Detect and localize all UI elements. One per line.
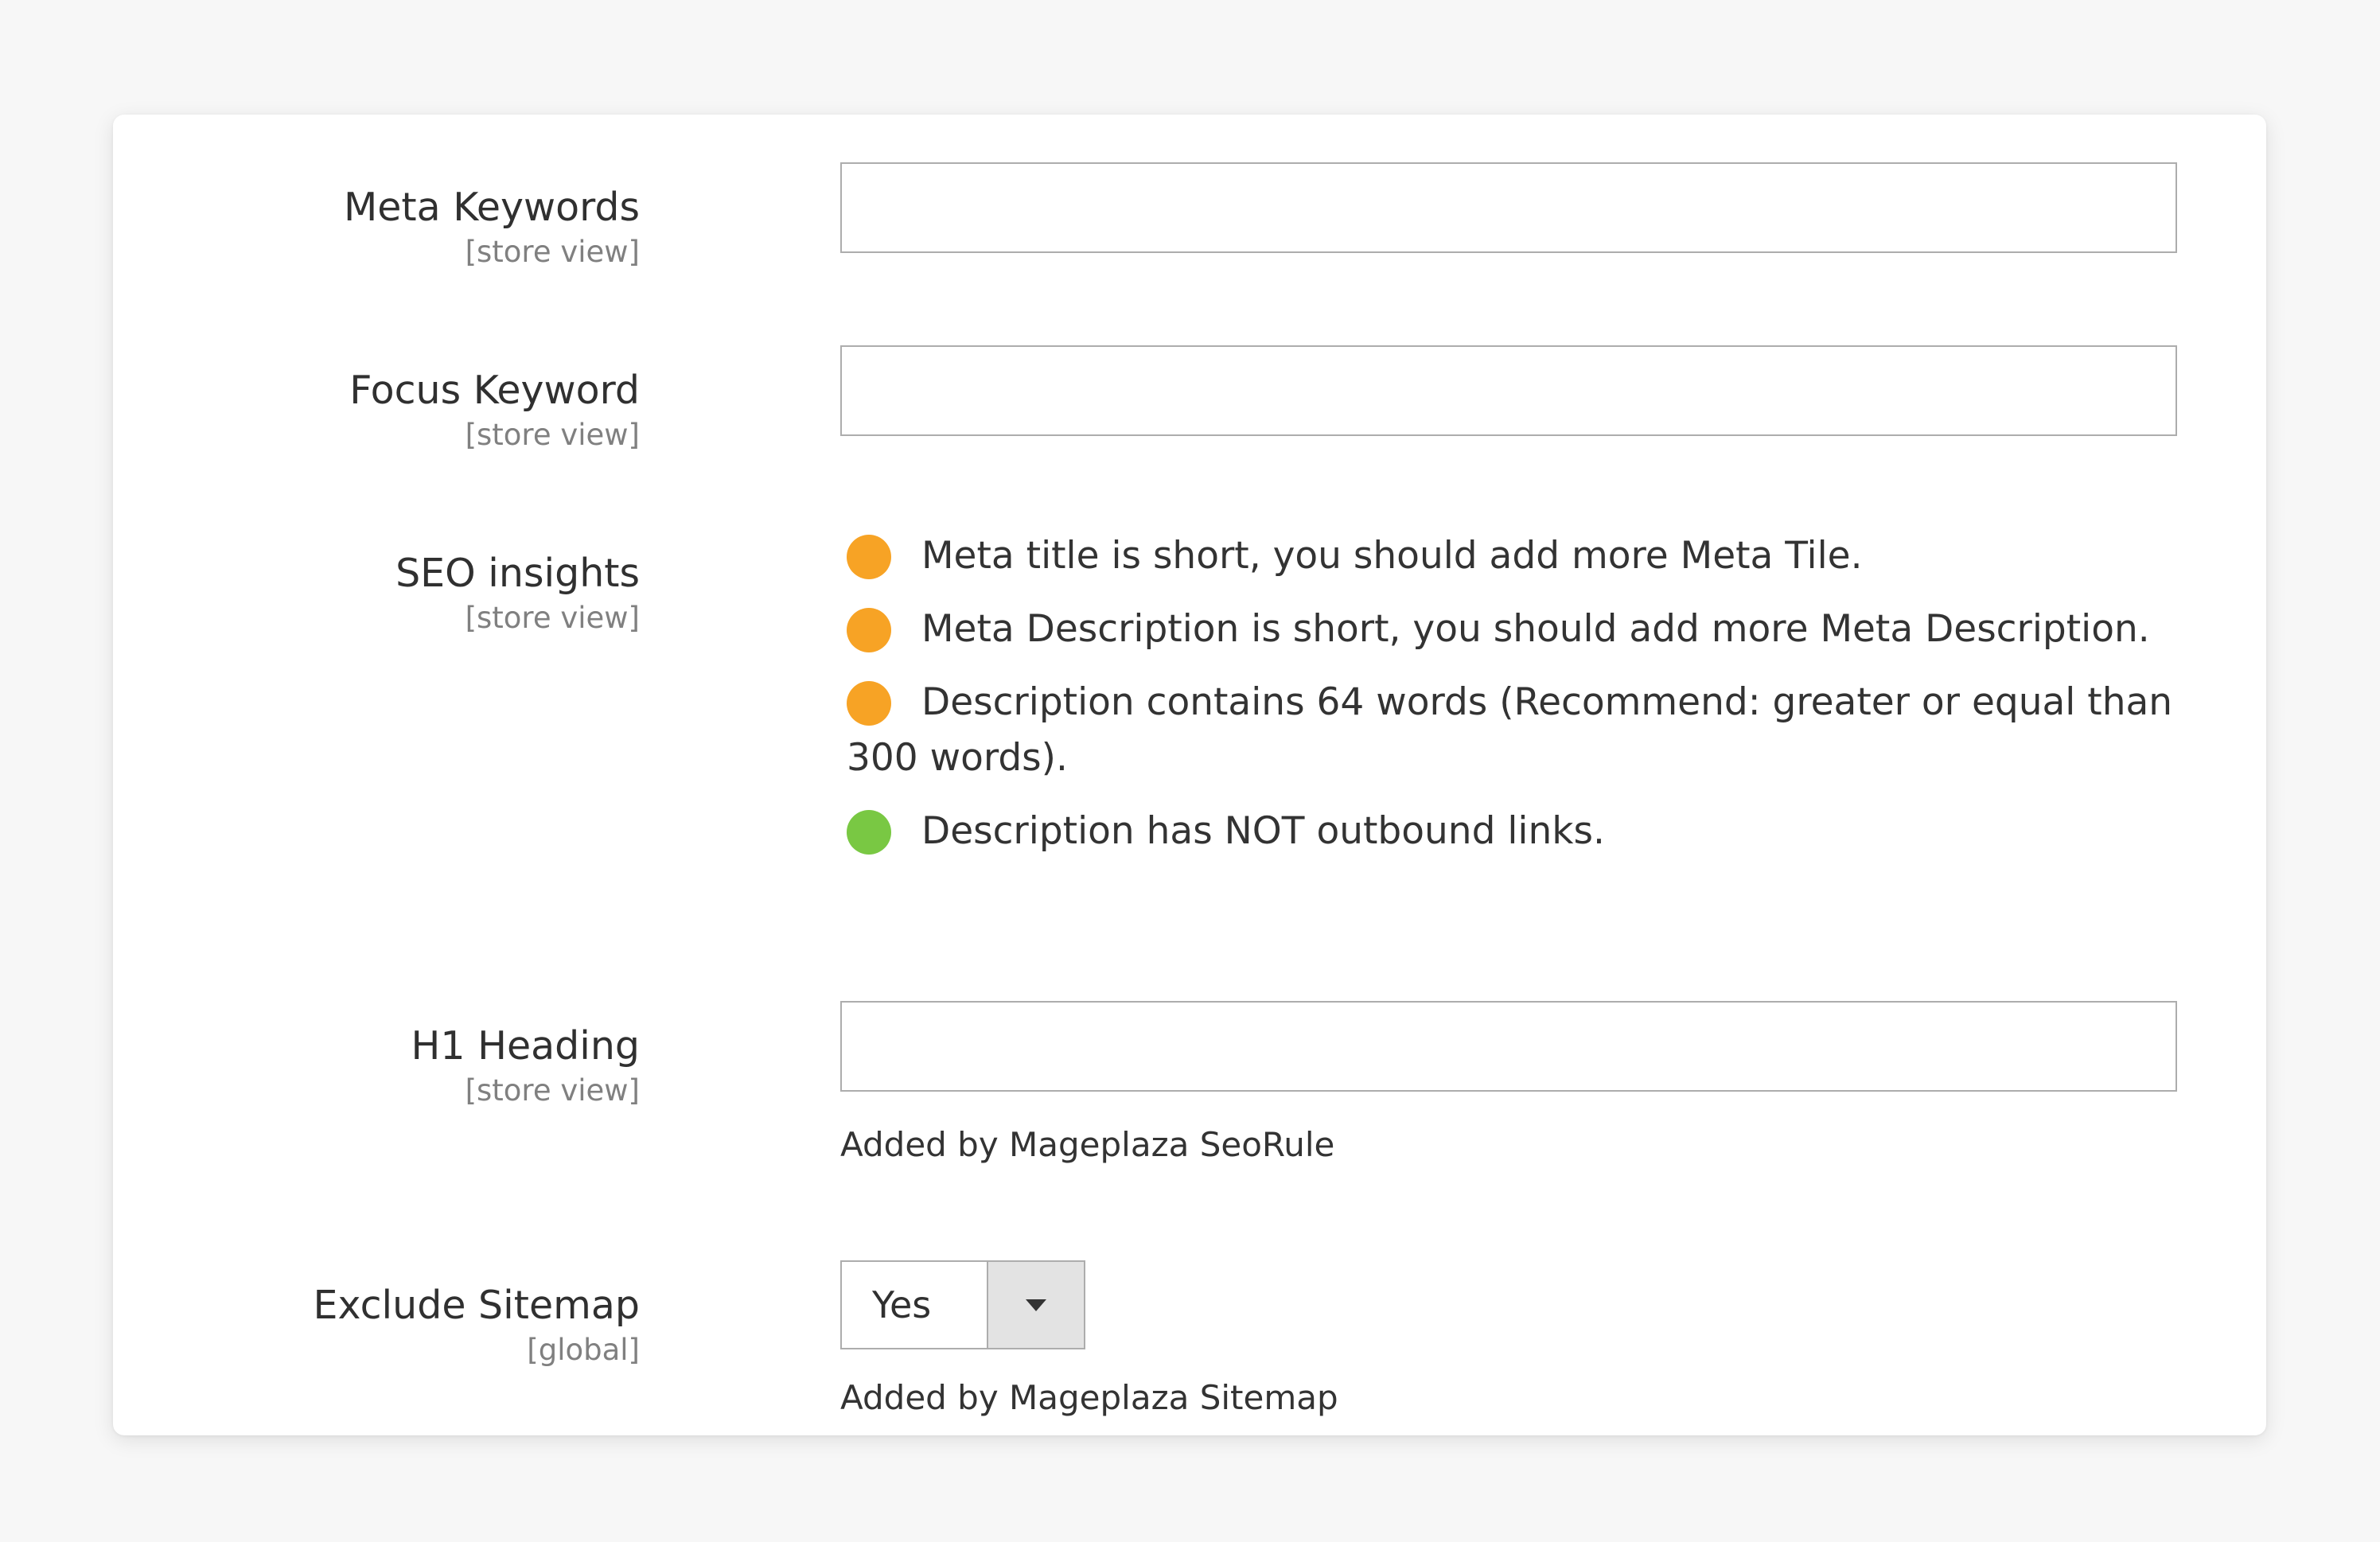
seo-insights-list: Meta title is short, you should add more… [847,528,2199,877]
exclude-sitemap-title: Exclude Sitemap [313,1283,640,1328]
seo-insight-text: Meta Description is short, you should ad… [921,607,2150,651]
seo-insight-text: Description contains 64 words (Recommend… [847,680,2173,780]
meta-keywords-scope: [store view] [465,234,640,269]
focus-keyword-title: Focus Keyword [349,368,640,413]
exclude-sitemap-select[interactable]: Yes [840,1260,1085,1349]
seo-insights-label: SEO insights [store view] [113,551,640,637]
seo-insight-text: Description has NOT outbound links. [921,809,1605,853]
focus-keyword-label: Focus Keyword [store view] [113,368,640,454]
chevron-down-icon [1026,1299,1046,1311]
exclude-sitemap-selected-value: Yes [872,1283,932,1326]
seo-insight-item: Meta Description is short, you should ad… [847,602,2199,657]
meta-keywords-label: Meta Keywords [store view] [113,185,640,271]
seo-insight-item: Meta title is short, you should add more… [847,528,2199,584]
green-circle-icon [847,810,891,855]
h1-heading-title: H1 Heading [411,1023,641,1069]
meta-keywords-title: Meta Keywords [343,185,640,230]
seo-insight-item: Description has NOT outbound links. [847,804,2199,859]
seo-settings-card: Meta Keywords [store view] Focus Keyword… [113,115,2266,1435]
exclude-sitemap-dropdown-toggle[interactable] [987,1262,1084,1348]
h1-heading-note: Added by Mageplaza SeoRule [840,1125,1335,1164]
seo-insights-scope: [store view] [465,600,640,635]
orange-circle-icon [847,681,891,726]
exclude-sitemap-label: Exclude Sitemap [global] [113,1283,640,1369]
orange-circle-icon [847,608,891,652]
focus-keyword-scope: [store view] [465,417,640,452]
exclude-sitemap-scope: [global] [527,1332,640,1367]
h1-heading-scope: [store view] [465,1073,640,1108]
orange-circle-icon [847,535,891,579]
h1-heading-input[interactable] [840,1001,2177,1092]
seo-insight-item: Description contains 64 words (Recommend… [847,675,2199,786]
h1-heading-label: H1 Heading [store view] [113,1023,641,1110]
focus-keyword-input[interactable] [840,345,2177,436]
meta-keywords-input[interactable] [840,162,2177,253]
seo-insights-title: SEO insights [395,551,640,596]
seo-insight-text: Meta title is short, you should add more… [921,534,1863,578]
exclude-sitemap-note: Added by Mageplaza Sitemap [840,1378,1338,1417]
